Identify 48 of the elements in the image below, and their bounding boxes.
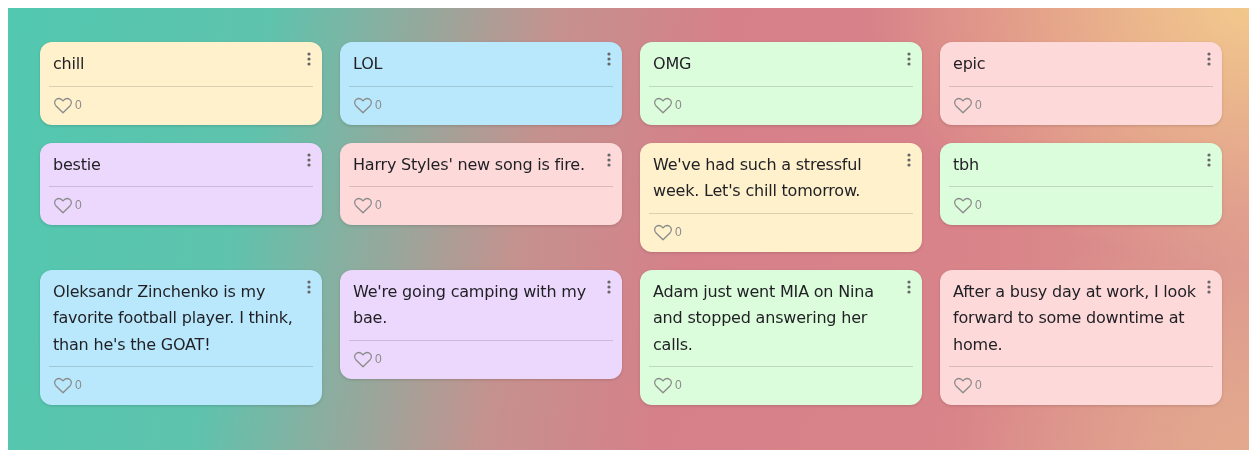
post-card[interactable]: We're going camping with my bae. 0 <box>340 269 622 379</box>
heart-icon[interactable] <box>653 222 673 241</box>
post-text: bestie <box>52 153 102 176</box>
heart-icon[interactable] <box>53 95 73 114</box>
like-count: 0 <box>675 97 682 112</box>
post-card[interactable]: tbh 0 <box>940 142 1222 225</box>
heart-icon[interactable] <box>53 196 73 214</box>
like-count: 0 <box>975 198 982 212</box>
post-text: Harry Styles' new song is fire. <box>352 153 586 176</box>
post-card[interactable]: Harry Styles' new song is fire. 0 <box>340 142 622 225</box>
like-count: 0 <box>675 378 682 392</box>
like-count: 0 <box>375 351 382 366</box>
post-text: We're going camping with my bae. <box>352 280 587 329</box>
post-text: LOL <box>352 53 384 75</box>
like-count: 0 <box>375 97 382 112</box>
heart-icon[interactable] <box>653 95 673 114</box>
post-text: OMG <box>652 53 693 75</box>
heart-icon[interactable] <box>953 376 973 394</box>
like-count: 0 <box>75 378 82 392</box>
heart-icon[interactable] <box>353 196 373 214</box>
heart-icon[interactable] <box>53 376 73 394</box>
like-count: 0 <box>975 378 982 392</box>
heart-icon[interactable] <box>353 95 373 114</box>
like-count: 0 <box>375 198 382 212</box>
post-card[interactable]: chill 0 <box>40 42 322 125</box>
heart-icon[interactable] <box>953 95 973 114</box>
post-card[interactable]: After a busy day at work, I look forward to some downtime at home. 0 <box>940 269 1222 405</box>
post-card[interactable]: LOL 0 <box>340 42 622 125</box>
post-card[interactable]: Oleksandr Zinchenko is my favorite football player. I think, than he's the GOAT! 0 <box>40 269 322 405</box>
post-text: Adam just went MIA on Nina and stopped answering her calls. <box>652 280 875 356</box>
post-text: chill <box>52 53 86 75</box>
post-text: We've had such a stressful week. Let's chill tomorrow. <box>652 153 863 202</box>
post-card[interactable]: bestie 0 <box>40 142 322 225</box>
heart-icon[interactable] <box>953 196 973 214</box>
post-text: epic <box>952 53 987 75</box>
post-card[interactable]: We've had such a stressful week. Let's chill tomorrow. 0 <box>640 142 922 252</box>
post-text: Oleksandr Zinchenko is my favorite football player. I think, than he's the GOAT! <box>52 280 294 356</box>
post-text: tbh <box>952 153 980 176</box>
like-count: 0 <box>75 198 82 212</box>
like-count: 0 <box>75 97 82 112</box>
like-count: 0 <box>975 97 982 112</box>
post-card[interactable]: Adam just went MIA on Nina and stopped answering her calls. 0 <box>640 269 922 405</box>
post-card[interactable]: OMG 0 <box>640 42 922 125</box>
like-count: 0 <box>675 224 682 239</box>
post-card[interactable]: epic 0 <box>940 42 1222 125</box>
post-text: After a busy day at work, I look forward to some downtime at home. <box>952 280 1197 356</box>
heart-icon[interactable] <box>653 376 673 394</box>
heart-icon[interactable] <box>353 349 373 368</box>
